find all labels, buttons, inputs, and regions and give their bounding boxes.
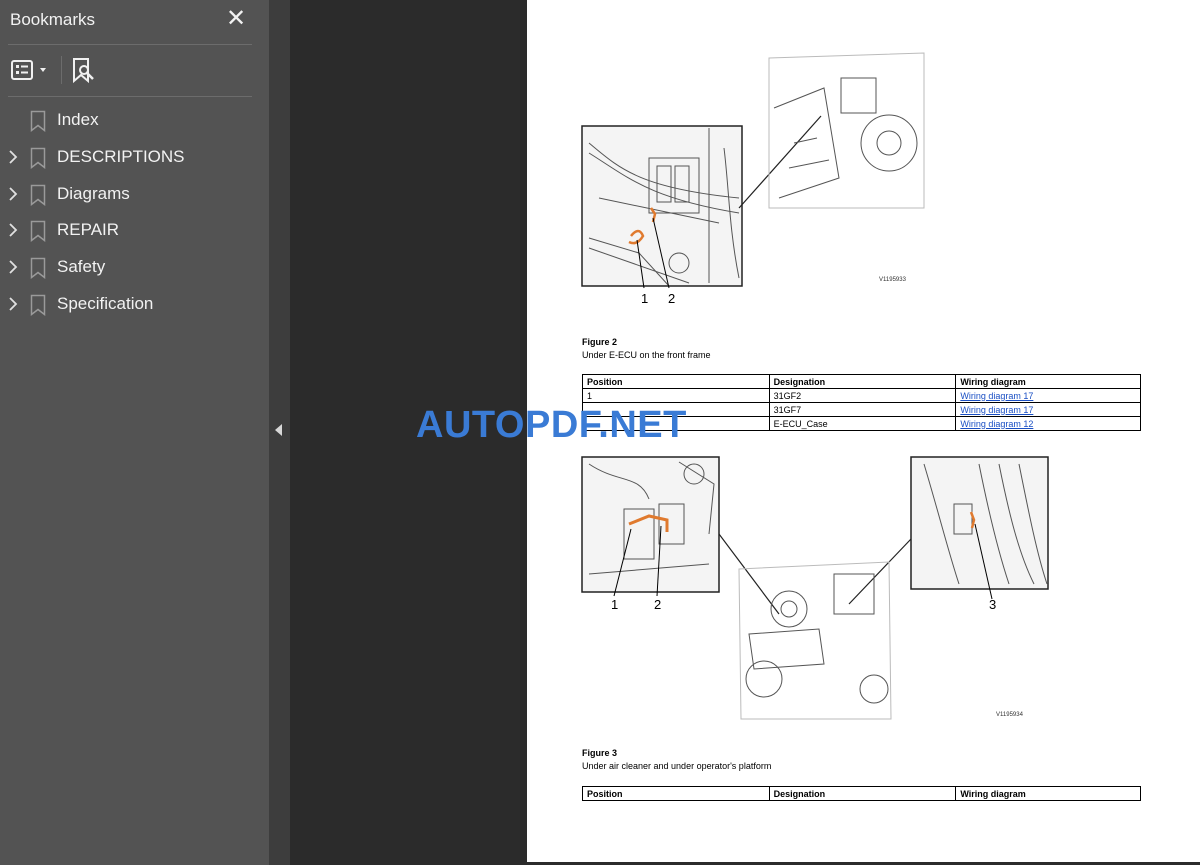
header-position: Position	[582, 786, 770, 801]
chevron-right-icon[interactable]	[6, 150, 20, 164]
bookmarks-title: Bookmarks	[10, 10, 96, 29]
callout-1: 1	[611, 597, 619, 612]
bookmark-item-diagrams[interactable]: Diagrams	[0, 176, 269, 213]
divider	[8, 96, 252, 97]
wiring-table-2: Position Designation Wiring diagram	[582, 786, 1141, 801]
watermark-text: AUTOPDF.NET	[416, 404, 687, 446]
figure2-caption: Under E-ECU on the front frame	[582, 350, 711, 360]
cell-position: 1	[582, 388, 770, 403]
toolbar-separator	[61, 56, 62, 84]
cell-wiring: Wiring diagram 17	[955, 388, 1141, 403]
bookmark-icon	[30, 147, 46, 169]
bookmark-item-index[interactable]: Index	[0, 102, 269, 139]
bookmarks-header: Bookmarks ✕	[0, 0, 269, 42]
chevron-right-icon[interactable]	[6, 223, 20, 238]
close-icon[interactable]: ✕	[224, 5, 248, 33]
cell-designation: 31GF2	[768, 388, 957, 403]
cell-wiring: Wiring diagram 17	[955, 402, 1141, 417]
bookmarks-panel: Bookmarks ✕ Index DESCRIPTIONS Diagrams …	[0, 0, 269, 865]
find-bookmark-button[interactable]	[70, 54, 100, 86]
bookmark-options-button[interactable]	[10, 54, 50, 86]
callout-2: 2	[668, 291, 676, 306]
chevron-right-icon[interactable]	[6, 297, 20, 311]
bookmark-label: DESCRIPTIONS	[57, 146, 185, 166]
bookmark-icon	[30, 184, 46, 206]
cell-designation: E-ECU_Case	[768, 416, 957, 431]
header-designation: Designation	[768, 786, 957, 801]
figure3-illustration	[581, 456, 1049, 720]
header-wiring-diagram: Wiring diagram	[955, 374, 1141, 389]
bookmark-label: Specification	[57, 293, 154, 313]
header-designation: Designation	[768, 374, 957, 389]
chevron-right-icon[interactable]	[6, 186, 20, 201]
bookmark-label: Index	[57, 110, 99, 129]
bookmark-item-specification[interactable]: Specification	[0, 286, 269, 323]
figure2-title: Figure 2	[582, 337, 618, 347]
bookmark-label: Diagrams	[57, 183, 130, 203]
bookmark-label: REPAIR	[57, 220, 120, 240]
panel-collapse-strip[interactable]	[269, 0, 290, 865]
figure2-illustration	[581, 52, 925, 289]
table-header-row: Position Designation Wiring diagram	[582, 374, 1141, 389]
list-options-icon	[11, 60, 46, 80]
figure3-title: Figure 3	[582, 748, 618, 758]
bookmarks-toolbar	[0, 48, 269, 92]
cell-wiring: Wiring diagram 12	[955, 416, 1141, 431]
cell-designation: 31GF7	[768, 402, 957, 417]
callout-3: 3	[989, 597, 997, 612]
table-header-row: Position Designation Wiring diagram	[582, 786, 1141, 801]
bookmark-item-safety[interactable]: Safety	[0, 249, 269, 286]
find-bookmark-icon	[73, 58, 94, 84]
image-id: V1195934	[996, 712, 1023, 718]
bookmark-icon	[30, 110, 46, 132]
wiring-diagram-link[interactable]: Wiring diagram 17	[960, 405, 1033, 415]
collapse-panel-icon[interactable]	[275, 424, 282, 436]
wiring-diagram-link[interactable]: Wiring diagram 12	[960, 419, 1033, 429]
bookmark-item-repair[interactable]: REPAIR	[0, 212, 269, 249]
divider	[8, 44, 252, 45]
bookmark-icon	[30, 294, 46, 316]
bookmark-icon	[30, 257, 46, 280]
chevron-right-icon[interactable]	[6, 260, 20, 274]
table-row: 1 31GF2 Wiring diagram 17	[582, 388, 1141, 403]
image-id: V1195933	[879, 277, 906, 283]
figure3-caption: Under air cleaner and under operator's p…	[582, 761, 772, 771]
callout-1: 1	[641, 291, 649, 306]
bookmark-icon	[30, 221, 46, 243]
bookmark-list: Index DESCRIPTIONS Diagrams REPAIR Safet…	[0, 102, 269, 323]
callout-2: 2	[654, 597, 662, 612]
bookmark-item-descriptions[interactable]: DESCRIPTIONS	[0, 139, 269, 176]
header-wiring-diagram: Wiring diagram	[955, 786, 1141, 801]
bookmark-label: Safety	[57, 257, 106, 277]
header-position: Position	[582, 374, 770, 389]
wiring-diagram-link[interactable]: Wiring diagram 17	[960, 391, 1033, 401]
